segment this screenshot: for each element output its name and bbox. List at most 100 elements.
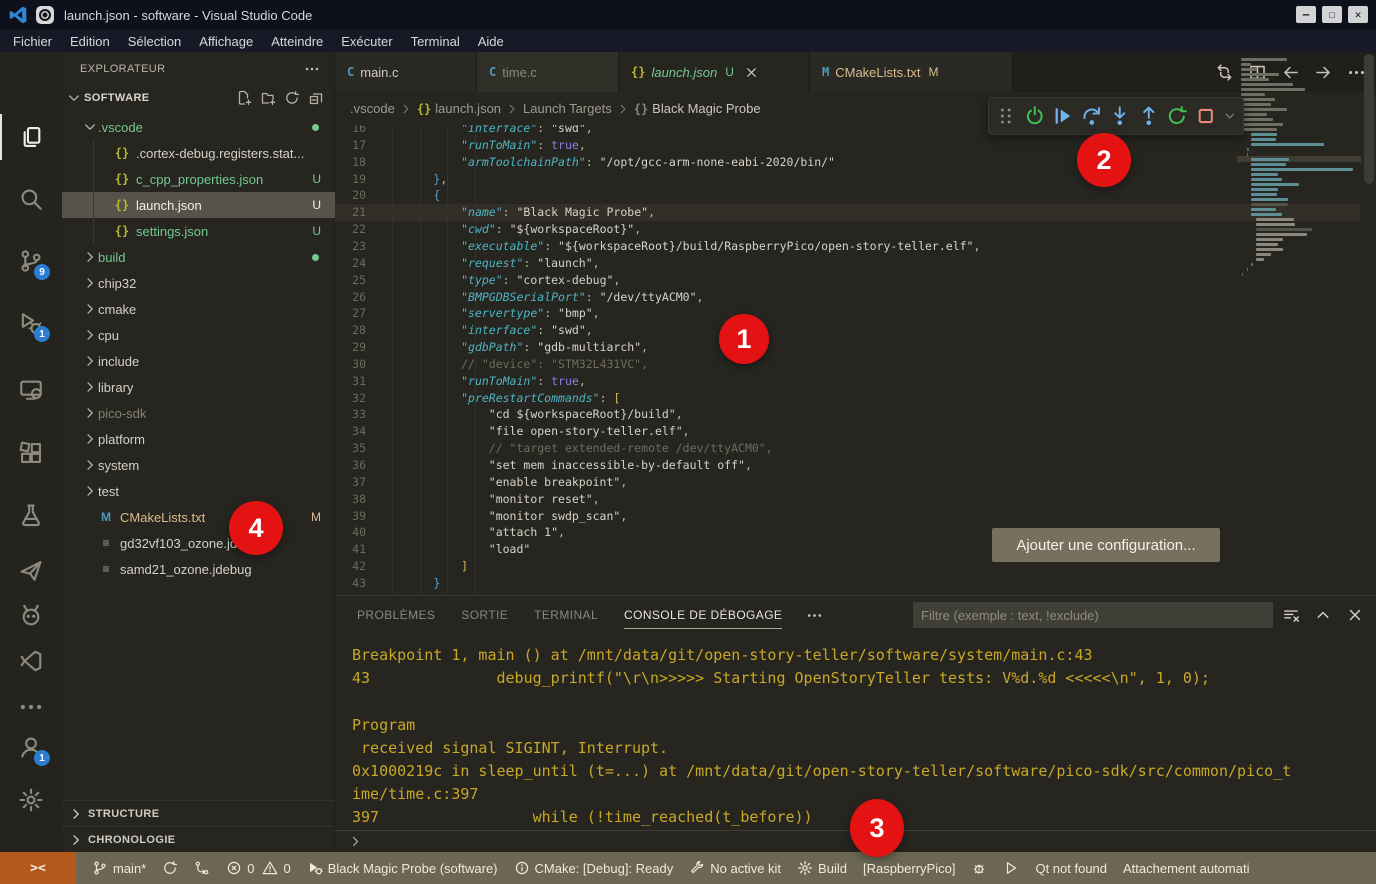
code-area[interactable]: 16 "interface": "swd",17 "runToMain": tr…	[335, 125, 1376, 595]
minimap-line	[1251, 158, 1289, 161]
tab-cmakelists-txt[interactable]: MCMakeLists.txtM	[810, 52, 1013, 92]
activity-files-icon[interactable]	[0, 114, 62, 160]
activity-test-beaker-icon[interactable]	[0, 492, 62, 538]
activity-extensions-icon[interactable]	[0, 430, 62, 476]
status-git-graph-icon[interactable]	[194, 860, 210, 876]
editor-scrollbar[interactable]	[1364, 54, 1374, 184]
tree-item-test[interactable]: test	[62, 478, 335, 504]
tree-item-samd21-ozone-jdebug[interactable]: ≡samd21_ozone.jdebug	[62, 556, 335, 582]
menu-exécuter[interactable]: Exécuter	[332, 30, 401, 52]
activity-search-icon[interactable]	[0, 176, 62, 222]
close-panel-icon[interactable]	[1346, 606, 1364, 624]
tree-item-build[interactable]: build	[62, 244, 335, 270]
sidebar-more-icon[interactable]	[304, 61, 320, 77]
tree-item-cmakelists-txt[interactable]: MCMakeLists.txtM	[62, 504, 335, 530]
status-play-icon[interactable]	[1003, 860, 1019, 876]
activity-account-icon[interactable]: 1	[0, 724, 62, 770]
activity-platformio-icon[interactable]	[0, 592, 62, 638]
tree-item-chip32[interactable]: chip32	[62, 270, 335, 296]
tree-item-launch-json[interactable]: {}launch.jsonU	[62, 192, 335, 218]
maximize-panel-icon[interactable]	[1314, 606, 1332, 624]
tab-time-c[interactable]: Ctime.c	[477, 52, 619, 92]
panel-tab-terminal[interactable]: TERMINAL	[534, 596, 598, 634]
tree-item-platform[interactable]: platform	[62, 426, 335, 452]
code-text: "interface": "swd",	[378, 125, 593, 137]
line-number: 37	[335, 474, 378, 491]
minimize-button[interactable]: —	[1296, 6, 1316, 23]
tree-item--vscode[interactable]: .vscode	[62, 114, 335, 140]
menu-sélection[interactable]: Sélection	[119, 30, 190, 52]
tree-item-gd32vf103-ozone-jdebug[interactable]: ≡gd32vf103_ozone.jdebug	[62, 530, 335, 556]
status-no-active-kit[interactable]: No active kit	[689, 860, 781, 876]
menu-fichier[interactable]: Fichier	[4, 30, 61, 52]
tree-item-settings-json[interactable]: {}settings.jsonU	[62, 218, 335, 244]
panel-tab-probl-mes[interactable]: PROBLÈMES	[357, 596, 435, 634]
minimap-line	[1241, 113, 1267, 116]
tree-item-cmake[interactable]: cmake	[62, 296, 335, 322]
activity-visual-studio-icon[interactable]	[0, 638, 62, 684]
status-qt-not-found[interactable]: Qt not found	[1035, 861, 1107, 876]
breadcrumb-item[interactable]: Black Magic Probe	[652, 101, 760, 116]
clear-output-icon[interactable]	[1282, 606, 1300, 624]
continue-icon[interactable]	[1052, 105, 1074, 127]
breadcrumb-item[interactable]: .vscode	[350, 101, 395, 116]
debug-console-filter-input[interactable]	[913, 602, 1273, 628]
minimap[interactable]	[1237, 52, 1361, 522]
step-over-icon[interactable]	[1081, 105, 1103, 127]
activity-run-debug-icon[interactable]: 1	[0, 300, 62, 346]
tab-launch-json[interactable]: {}launch.jsonU	[619, 52, 810, 92]
tree-item-c-cpp-properties-json[interactable]: {}c_cpp_properties.jsonU	[62, 166, 335, 192]
menu-aide[interactable]: Aide	[469, 30, 513, 52]
activity-remote-explorer-icon[interactable]	[0, 366, 62, 412]
section-structure[interactable]: STRUCTURE	[62, 800, 334, 826]
power-icon[interactable]	[1024, 105, 1046, 127]
breadcrumb-item[interactable]: launch.json	[435, 101, 501, 116]
tree-item-library[interactable]: library	[62, 374, 335, 400]
activity-settings-gear-icon[interactable]	[0, 777, 62, 823]
tree-item--cortex-debug-registers-stat-[interactable]: {}.cortex-debug.registers.stat...	[62, 140, 335, 166]
chevron-down-icon[interactable]	[1223, 109, 1237, 123]
menu-edition[interactable]: Edition	[61, 30, 119, 52]
remote-indicator[interactable]: ><	[0, 852, 76, 884]
status-main-[interactable]: main*	[92, 860, 146, 876]
activity-cmake-tools-icon[interactable]	[0, 548, 62, 594]
debug-console-output: Breakpoint 1, main () at /mnt/data/git/o…	[352, 644, 1372, 830]
tree-item-system[interactable]: system	[62, 452, 335, 478]
tree-item-label: build	[98, 250, 125, 265]
open-changes-icon[interactable]	[1215, 63, 1234, 82]
tree-item-pico-sdk[interactable]: pico-sdk	[62, 400, 335, 426]
step-into-icon[interactable]	[1109, 105, 1131, 127]
tree-item-include[interactable]: include	[62, 348, 335, 374]
section-chronologie[interactable]: CHRONOLOGIE	[62, 826, 334, 852]
workspace-section-header[interactable]: SOFTWARE	[62, 86, 334, 110]
maximize-button[interactable]: ☐	[1322, 6, 1342, 23]
stop-icon[interactable]	[1195, 105, 1217, 127]
status-attachement-automati[interactable]: Attachement automati	[1123, 861, 1249, 876]
panel-tab-console-de-d-bogage[interactable]: CONSOLE DE DÉBOGAGE	[624, 596, 782, 634]
activity-source-control-icon[interactable]: 9	[0, 238, 62, 284]
close-button[interactable]: ✕	[1348, 6, 1368, 23]
tree-item-cpu[interactable]: cpu	[62, 322, 335, 348]
menu-affichage[interactable]: Affichage	[190, 30, 262, 52]
add-configuration-button[interactable]: Ajouter une configuration...	[992, 528, 1220, 562]
status-black-magic-probe-software-[interactable]: Black Magic Probe (software)	[307, 860, 498, 876]
panel-more-icon[interactable]	[806, 607, 823, 624]
panel-tab-sortie[interactable]: SORTIE	[461, 596, 508, 634]
restart-icon[interactable]	[1166, 105, 1188, 127]
status-bug-icon[interactable]	[971, 860, 987, 876]
menu-atteindre[interactable]: Atteindre	[262, 30, 332, 52]
status--raspberrypico-[interactable]: [RaspberryPico]	[863, 861, 955, 876]
status-cmake-debug-ready[interactable]: CMake: [Debug]: Ready	[514, 860, 674, 876]
grip-icon[interactable]	[995, 105, 1017, 127]
menu-terminal[interactable]: Terminal	[402, 30, 469, 52]
code-text: ]	[378, 558, 468, 575]
close-icon[interactable]	[744, 65, 759, 80]
status-sync-icon[interactable]	[162, 860, 178, 876]
status-0[interactable]: 0	[226, 860, 254, 876]
status-build[interactable]: Build	[797, 860, 847, 876]
status-0[interactable]: 0	[262, 860, 290, 876]
minimap-line	[1251, 198, 1287, 201]
breadcrumb-item[interactable]: Launch Targets	[523, 101, 612, 116]
tab-main-c[interactable]: Cmain.c	[335, 52, 477, 92]
step-out-icon[interactable]	[1138, 105, 1160, 127]
